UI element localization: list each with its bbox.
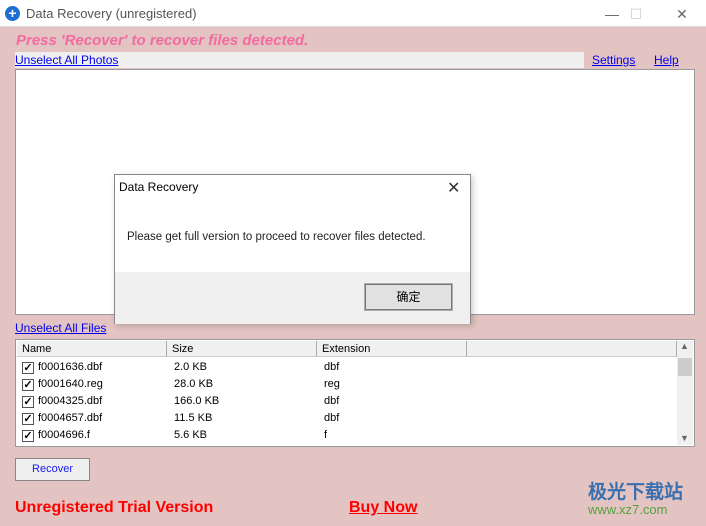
file-name: f0004325.dbf xyxy=(38,395,103,407)
trial-version-label: Unregistered Trial Version xyxy=(15,499,214,516)
column-header-extension[interactable]: Extension xyxy=(317,341,467,357)
scroll-thumb[interactable] xyxy=(678,358,692,376)
file-name: f0004657.dbf xyxy=(38,412,103,424)
table-row[interactable]: ✓ f0001636.dbf 2.0 KB dbf xyxy=(20,359,670,376)
title-bar: + Data Recovery (unregistered) — ☐ ✕ xyxy=(0,0,706,27)
column-header-name[interactable]: Name xyxy=(17,341,167,357)
minimize-button[interactable]: — xyxy=(602,4,622,24)
recover-button[interactable]: Recover xyxy=(15,458,90,481)
settings-link[interactable]: Settings xyxy=(592,53,635,67)
dialog-footer: 确定 xyxy=(115,272,470,324)
file-extension: reg xyxy=(324,378,340,390)
table-row[interactable]: ✓ f0004696.f 5.6 KB f xyxy=(20,427,670,444)
app-plus-icon: + xyxy=(5,6,20,21)
unselect-all-files-link[interactable]: Unselect All Files xyxy=(15,321,106,335)
dialog-close-button[interactable]: ✕ xyxy=(447,178,460,198)
row-checkbox[interactable]: ✓ xyxy=(22,362,34,374)
row-checkbox[interactable]: ✓ xyxy=(22,396,34,408)
row-checkbox[interactable]: ✓ xyxy=(22,379,34,391)
file-size: 5.6 KB xyxy=(174,429,208,441)
file-size: 11.5 KB xyxy=(174,412,213,424)
table-row[interactable]: ✓ f0004657.dbf 11.5 KB dbf xyxy=(20,410,670,427)
file-size: 2.0 KB xyxy=(174,361,208,373)
table-row[interactable]: ✓ f0004325.dbf 166.0 KB dbf xyxy=(20,393,670,410)
scroll-up-icon[interactable]: ▲ xyxy=(680,341,689,351)
buy-now-link[interactable]: Buy Now xyxy=(349,499,417,517)
dialog-message: Please get full version to proceed to re… xyxy=(127,231,426,243)
file-list: Name Size Extension ✓ f0001636.dbf 2.0 K… xyxy=(15,339,695,447)
file-size: 166.0 KB xyxy=(174,395,220,407)
file-name: f0004696.f xyxy=(38,429,90,441)
message-dialog: Data Recovery ✕ Please get full version … xyxy=(114,174,471,324)
scroll-down-icon[interactable]: ▼ xyxy=(680,433,689,443)
watermark-url: www.xz7.com xyxy=(588,502,668,517)
unselect-all-photos-link[interactable]: Unselect All Photos xyxy=(15,53,118,67)
maximize-button[interactable]: ☐ xyxy=(626,4,646,24)
watermark-logo: 极光下载站 xyxy=(588,482,684,503)
file-extension: dbf xyxy=(324,361,340,373)
row-checkbox[interactable]: ✓ xyxy=(22,413,34,425)
window-title: Data Recovery (unregistered) xyxy=(26,6,197,21)
help-link[interactable]: Help xyxy=(654,53,679,67)
ok-button[interactable]: 确定 xyxy=(364,283,453,311)
dialog-title: Data Recovery xyxy=(119,180,199,194)
file-size: 28.0 KB xyxy=(174,378,214,390)
column-header-size[interactable]: Size xyxy=(167,341,317,357)
file-name: f0001640.reg xyxy=(38,378,103,390)
file-extension: f xyxy=(324,429,328,441)
close-button[interactable]: ✕ xyxy=(672,4,692,24)
vertical-scrollbar[interactable]: ▲ ▼ xyxy=(677,341,693,445)
file-name: f0001636.dbf xyxy=(38,361,103,373)
file-extension: dbf xyxy=(324,412,340,424)
file-extension: dbf xyxy=(324,395,340,407)
headline: Press 'Recover' to recover files detecte… xyxy=(16,32,309,49)
table-row[interactable]: ✓ f0001640.reg 28.0 KB reg xyxy=(20,376,670,393)
column-header-blank xyxy=(467,341,677,357)
row-checkbox[interactable]: ✓ xyxy=(22,430,34,442)
